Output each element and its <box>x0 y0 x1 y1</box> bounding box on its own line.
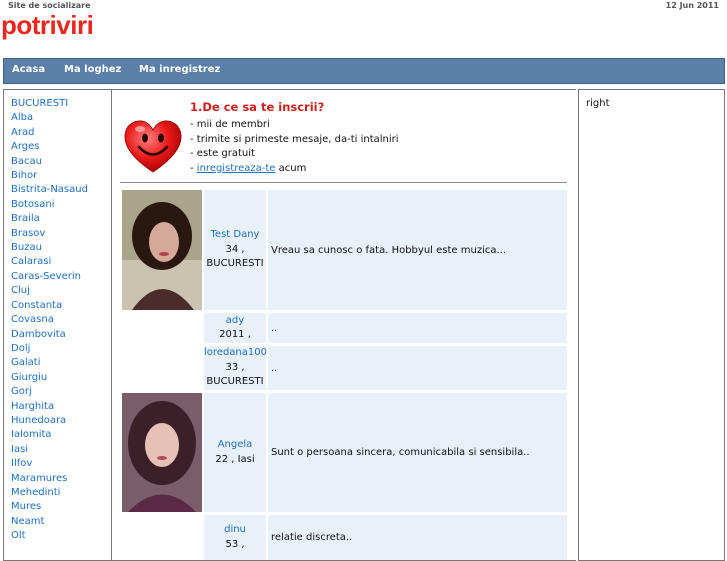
county-link[interactable]: Harghita <box>11 400 88 414</box>
county-link[interactable]: Olt <box>11 529 88 543</box>
county-link[interactable]: Dolj <box>11 342 88 356</box>
benefit-item: - este gratuit <box>190 148 255 159</box>
member-age: 33 , <box>225 361 245 373</box>
register-now-link[interactable]: inregistreaza-te <box>197 163 276 174</box>
main-navigation: Acasa Ma loghez Ma inregistrez <box>3 58 725 84</box>
county-link[interactable]: Braila <box>11 212 88 226</box>
member-photo[interactable] <box>122 190 202 310</box>
current-date: 12 Jun 2011 <box>665 1 719 10</box>
county-link[interactable]: Botosani <box>11 198 88 212</box>
county-link[interactable]: Ilfov <box>11 457 88 471</box>
county-link[interactable]: Galati <box>11 356 88 370</box>
member-age: 2011 , <box>219 329 251 340</box>
county-link[interactable]: Mures <box>11 500 88 514</box>
register-suffix: acum <box>275 162 307 174</box>
county-link[interactable]: Gorj <box>11 385 88 399</box>
nav-login-link[interactable]: Ma loghez <box>64 64 121 75</box>
county-link[interactable]: Arad <box>11 126 88 140</box>
county-link[interactable]: Bihor <box>11 169 88 183</box>
county-link[interactable]: Bistrita-Nasaud <box>11 183 88 197</box>
member-info: dinu 53 , <box>204 515 266 560</box>
member-info: Test Dany 34 , BUCURESTI <box>204 190 266 310</box>
intro-benefits: - mii de membri - trimite si primeste me… <box>190 118 399 176</box>
member-age: 34 , <box>225 243 245 255</box>
county-link[interactable]: Buzau <box>11 241 88 255</box>
member-description: Sunt o persoana sincera, comunicabila si… <box>268 393 567 512</box>
county-link[interactable]: Dambovita <box>11 328 88 342</box>
benefit-item: - mii de membri <box>190 119 270 130</box>
main-content: 1.De ce sa te inscrii? - mii de membri -… <box>110 89 576 561</box>
county-link[interactable]: Iasi <box>11 443 88 457</box>
register-line: - inregistreaza-te acum <box>190 162 399 177</box>
member-name-link[interactable]: Test Dany <box>204 228 266 242</box>
county-link[interactable]: Constanta <box>11 299 88 313</box>
benefit-item: - trimite si primeste mesaje, da-ti inta… <box>190 133 399 145</box>
member-city: BUCURESTI <box>206 376 264 388</box>
member-name-link[interactable]: dinu <box>204 523 266 537</box>
county-link[interactable]: Caras-Severin <box>11 270 88 284</box>
member-name-link[interactable]: loredana100 <box>204 346 267 360</box>
member-row: ady 2011 , .. <box>122 313 567 343</box>
member-description: .. <box>268 313 567 343</box>
county-link[interactable]: Arges <box>11 140 88 154</box>
member-photo[interactable] <box>122 393 202 512</box>
county-link[interactable]: Brasov <box>11 227 88 241</box>
county-link[interactable]: Cluj <box>11 284 88 298</box>
right-panel: right <box>578 89 725 561</box>
member-name-link[interactable]: Angela <box>204 438 266 452</box>
right-panel-text: right <box>586 98 610 109</box>
county-link[interactable]: Alba <box>11 111 88 125</box>
county-link[interactable]: Hunedoara <box>11 414 88 428</box>
county-link[interactable]: BUCURESTI <box>11 97 88 111</box>
county-link[interactable]: Neamt <box>11 515 88 529</box>
top-bar: Site de socializare 12 Jun 2011 <box>0 0 727 12</box>
member-description: .. <box>268 346 567 390</box>
county-link[interactable]: Bacau <box>11 155 88 169</box>
nav-home-link[interactable]: Acasa <box>12 64 45 75</box>
member-age: 22 , Iasi <box>215 453 255 465</box>
member-info: ady 2011 , <box>204 313 266 343</box>
county-link[interactable]: Ialomita <box>11 428 88 442</box>
county-link[interactable]: Calarasi <box>11 255 88 269</box>
county-list: BUCURESTI Alba Arad Arges Bacau Bihor Bi… <box>11 97 88 544</box>
site-tagline: Site de socializare <box>8 1 91 10</box>
member-row: dinu 53 , relatie discreta.. <box>122 515 567 560</box>
register-prefix: - <box>190 162 197 174</box>
county-sidebar: BUCURESTI Alba Arad Arges Bacau Bihor Bi… <box>3 89 112 561</box>
member-info: loredana100 33 , BUCURESTI <box>204 346 267 390</box>
county-link[interactable]: Covasna <box>11 313 88 327</box>
smiley-heart-icon <box>124 120 182 173</box>
county-link[interactable]: Mehedinti <box>11 486 88 500</box>
member-name-link[interactable]: ady <box>204 314 266 328</box>
member-row: loredana100 33 , BUCURESTI .. <box>122 346 567 390</box>
member-row: Test Dany 34 , BUCURESTI Vreau sa cunosc… <box>122 190 567 310</box>
member-description: Vreau sa cunosc o fata. Hobbyul este muz… <box>268 190 567 310</box>
site-logo[interactable]: potriviri <box>1 10 94 41</box>
member-row: Angela 22 , Iasi Sunt o persoana sincera… <box>122 393 567 512</box>
section-divider <box>120 182 567 183</box>
member-city: BUCURESTI <box>206 258 264 270</box>
county-link[interactable]: Giurgiu <box>11 371 88 385</box>
intro-title: 1.De ce sa te inscrii? <box>190 100 325 114</box>
nav-register-link[interactable]: Ma inregistrez <box>139 64 220 75</box>
member-info: Angela 22 , Iasi <box>204 393 266 512</box>
county-link[interactable]: Maramures <box>11 472 88 486</box>
member-description: relatie discreta.. <box>268 515 567 560</box>
